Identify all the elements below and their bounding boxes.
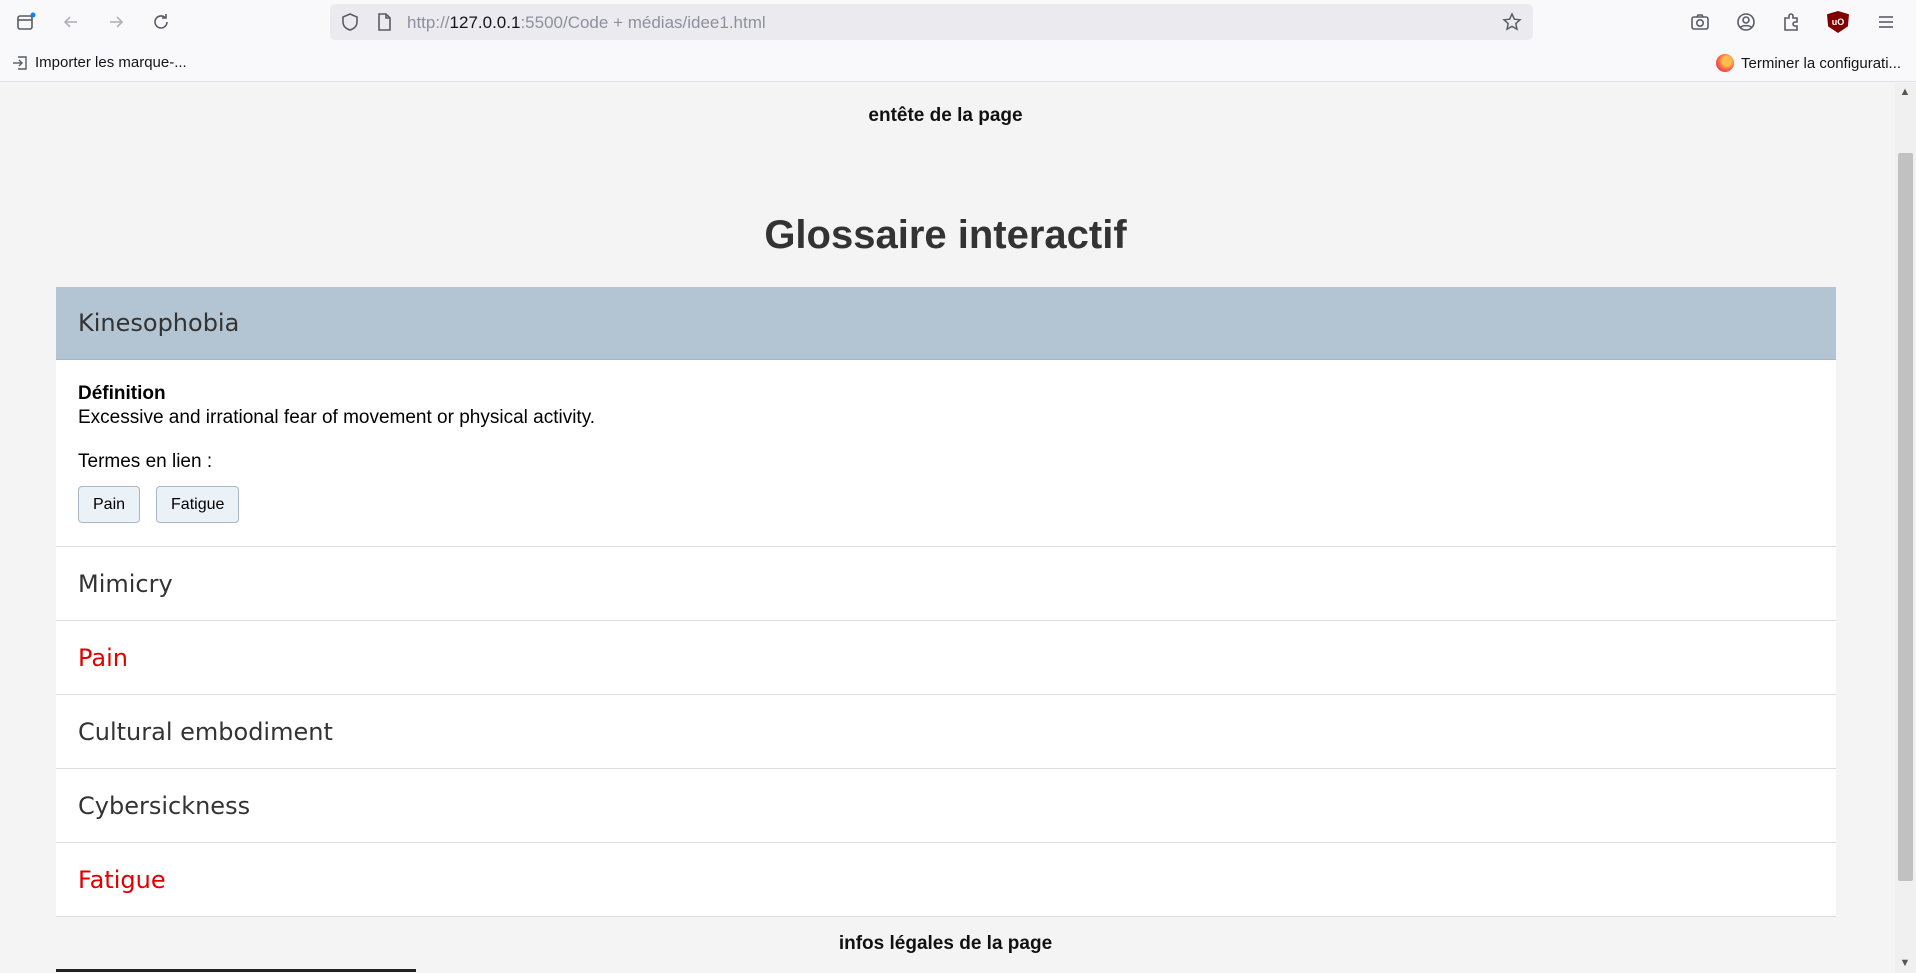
scrollbar-thumb[interactable] bbox=[1898, 153, 1913, 881]
browser-toolbar: http://127.0.0.1:5500/Code + médias/idee… bbox=[0, 0, 1916, 44]
related-terms: Pain Fatigue bbox=[78, 486, 1814, 523]
term-header-cybersickness[interactable]: Cybersickness bbox=[56, 769, 1836, 842]
screenshot-icon[interactable] bbox=[1684, 6, 1716, 38]
page-scrollbar[interactable]: ▲ ▼ bbox=[1895, 83, 1916, 973]
shield-icon[interactable] bbox=[340, 12, 360, 32]
term-item: Fatigue bbox=[56, 843, 1836, 917]
menu-icon[interactable] bbox=[1870, 6, 1902, 38]
forward-icon[interactable] bbox=[100, 6, 132, 38]
bookmarks-toolbar: Importer les marque-... Terminer la conf… bbox=[0, 44, 1916, 82]
related-term-button[interactable]: Pain bbox=[78, 486, 141, 523]
scroll-up-arrow-icon[interactable]: ▲ bbox=[1899, 86, 1911, 98]
import-bookmarks-item[interactable]: Importer les marque-... bbox=[12, 54, 187, 71]
bottom-divider bbox=[56, 969, 416, 972]
back-icon[interactable] bbox=[55, 6, 87, 38]
page-header: entête de la page bbox=[868, 105, 1023, 126]
page-title: Glossaire interactif bbox=[764, 213, 1127, 257]
term-kinesophobia: Kinesophobia Définition Excessive and ir… bbox=[56, 287, 1836, 547]
extensions-icon[interactable] bbox=[1775, 6, 1807, 38]
page-icon[interactable] bbox=[374, 12, 394, 32]
term-header-cultural-embodiment[interactable]: Cultural embodiment bbox=[56, 695, 1836, 768]
account-icon[interactable] bbox=[1730, 6, 1762, 38]
reload-icon[interactable] bbox=[145, 6, 177, 38]
term-item: Cybersickness bbox=[56, 769, 1836, 843]
term-item: Pain bbox=[56, 621, 1836, 695]
term-header-kinesophobia[interactable]: Kinesophobia bbox=[56, 287, 1836, 360]
scroll-down-arrow-icon[interactable]: ▼ bbox=[1899, 957, 1911, 969]
ublock-icon[interactable]: uO bbox=[1822, 6, 1854, 38]
glossary-list: Kinesophobia Définition Excessive and ir… bbox=[56, 287, 1836, 917]
bookmark-star-icon[interactable] bbox=[1502, 12, 1522, 32]
tab-overview-icon[interactable] bbox=[10, 6, 42, 38]
url-bar[interactable]: http://127.0.0.1:5500/Code + médias/idee… bbox=[330, 4, 1533, 40]
definition-text: Excessive and irrational fear of movemen… bbox=[78, 407, 596, 428]
firefox-icon bbox=[1716, 54, 1734, 72]
term-header-pain[interactable]: Pain bbox=[56, 621, 1836, 694]
term-header-fatigue[interactable]: Fatigue bbox=[56, 843, 1836, 916]
url-text[interactable]: http://127.0.0.1:5500/Code + médias/idee… bbox=[407, 13, 766, 33]
term-item: Cultural embodiment bbox=[56, 695, 1836, 769]
finish-setup-label: Terminer la configurati... bbox=[1741, 54, 1902, 72]
import-icon bbox=[13, 55, 27, 70]
finish-setup-item[interactable]: Terminer la configurati... bbox=[1716, 54, 1901, 72]
term-item: Mimicry bbox=[56, 547, 1836, 621]
term-header-mimicry[interactable]: Mimicry bbox=[56, 547, 1836, 620]
page-viewport: entête de la page Glossaire interactif K… bbox=[0, 83, 1895, 973]
page-footer: infos légales de la page bbox=[838, 933, 1053, 954]
definition-label: Définition bbox=[78, 383, 166, 404]
related-terms-label: Termes en lien : bbox=[78, 451, 213, 472]
term-details: Définition Excessive and irrational fear… bbox=[56, 360, 1836, 546]
related-term-button[interactable]: Fatigue bbox=[156, 486, 240, 523]
import-bookmarks-label: Importer les marque-... bbox=[35, 54, 187, 71]
